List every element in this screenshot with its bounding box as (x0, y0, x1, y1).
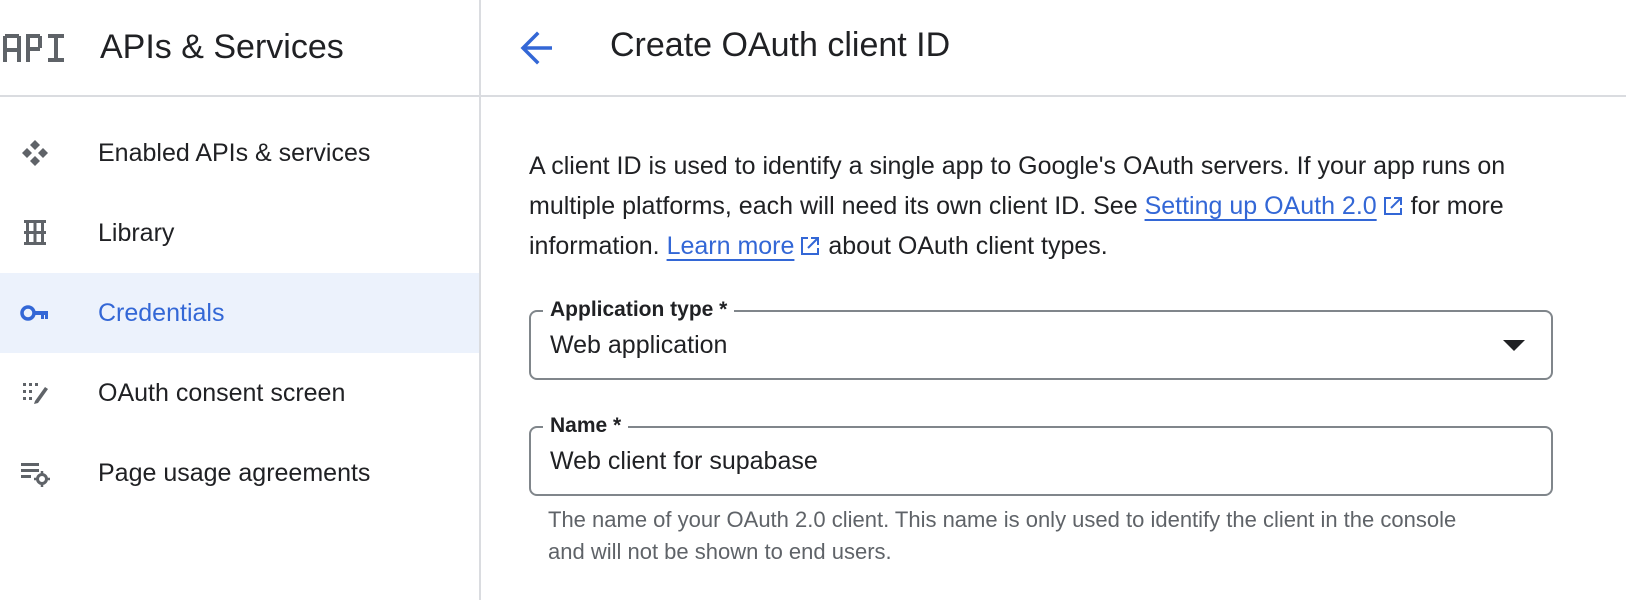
external-link-icon (801, 237, 820, 255)
name-input[interactable] (550, 447, 1510, 476)
intro-paragraph: A client ID is used to identify a single… (529, 146, 1569, 266)
sidebar-item-credentials[interactable]: Credentials (0, 273, 479, 353)
name-hint: The name of your OAuth 2.0 client. This … (548, 507, 1457, 564)
name-label: Name * (543, 412, 629, 440)
app-window: APIs & Services Enabled APIs & services (0, 0, 1626, 600)
dropdown-arrow-icon[interactable] (1503, 340, 1525, 351)
intro-text: about OAuth client types. (821, 232, 1108, 260)
name-field: Name * (529, 412, 1553, 496)
settings-list-icon (18, 456, 52, 490)
sidebar-item-library[interactable]: Library (0, 193, 479, 273)
sidebar-item-page-usage[interactable]: Page usage agreements (0, 433, 479, 513)
sidebar-header: APIs & Services (0, 0, 479, 97)
learn-more-link[interactable]: Learn more (667, 232, 795, 260)
sidebar-item-oauth-consent[interactable]: OAuth consent screen (0, 353, 479, 433)
external-link-icon (1383, 197, 1402, 215)
page-title: Create OAuth client ID (610, 26, 951, 64)
sidebar-item-enabled-apis[interactable]: Enabled APIs & services (0, 113, 479, 193)
application-type-value: Web application (550, 331, 728, 359)
library-icon (18, 216, 52, 250)
sidebar-item-label: Credentials (98, 298, 225, 327)
setting-up-oauth-link[interactable]: Setting up OAuth 2.0 (1145, 192, 1377, 220)
product-title: APIs & Services (100, 28, 344, 66)
back-button[interactable] (515, 26, 559, 70)
page-header: Create OAuth client ID (481, 0, 1626, 97)
application-type-select[interactable]: Application type * Web application (529, 296, 1553, 380)
application-type-label: Application type * (543, 296, 735, 324)
enabled-apis-icon (18, 136, 52, 170)
sidebar-item-label: OAuth consent screen (98, 378, 346, 407)
api-logo-icon (3, 33, 64, 62)
arrow-back-icon (520, 31, 552, 65)
key-icon (18, 296, 52, 330)
main-content: Create OAuth client ID A client ID is us… (481, 0, 1626, 600)
sidebar-item-label: Page usage agreements (98, 458, 371, 487)
sidebar-item-label: Enabled APIs & services (98, 138, 371, 167)
sidebar: APIs & Services Enabled APIs & services (0, 0, 481, 600)
api-logo[interactable] (2, 28, 68, 68)
consent-screen-icon (18, 376, 52, 410)
sidebar-item-label: Library (98, 218, 175, 247)
